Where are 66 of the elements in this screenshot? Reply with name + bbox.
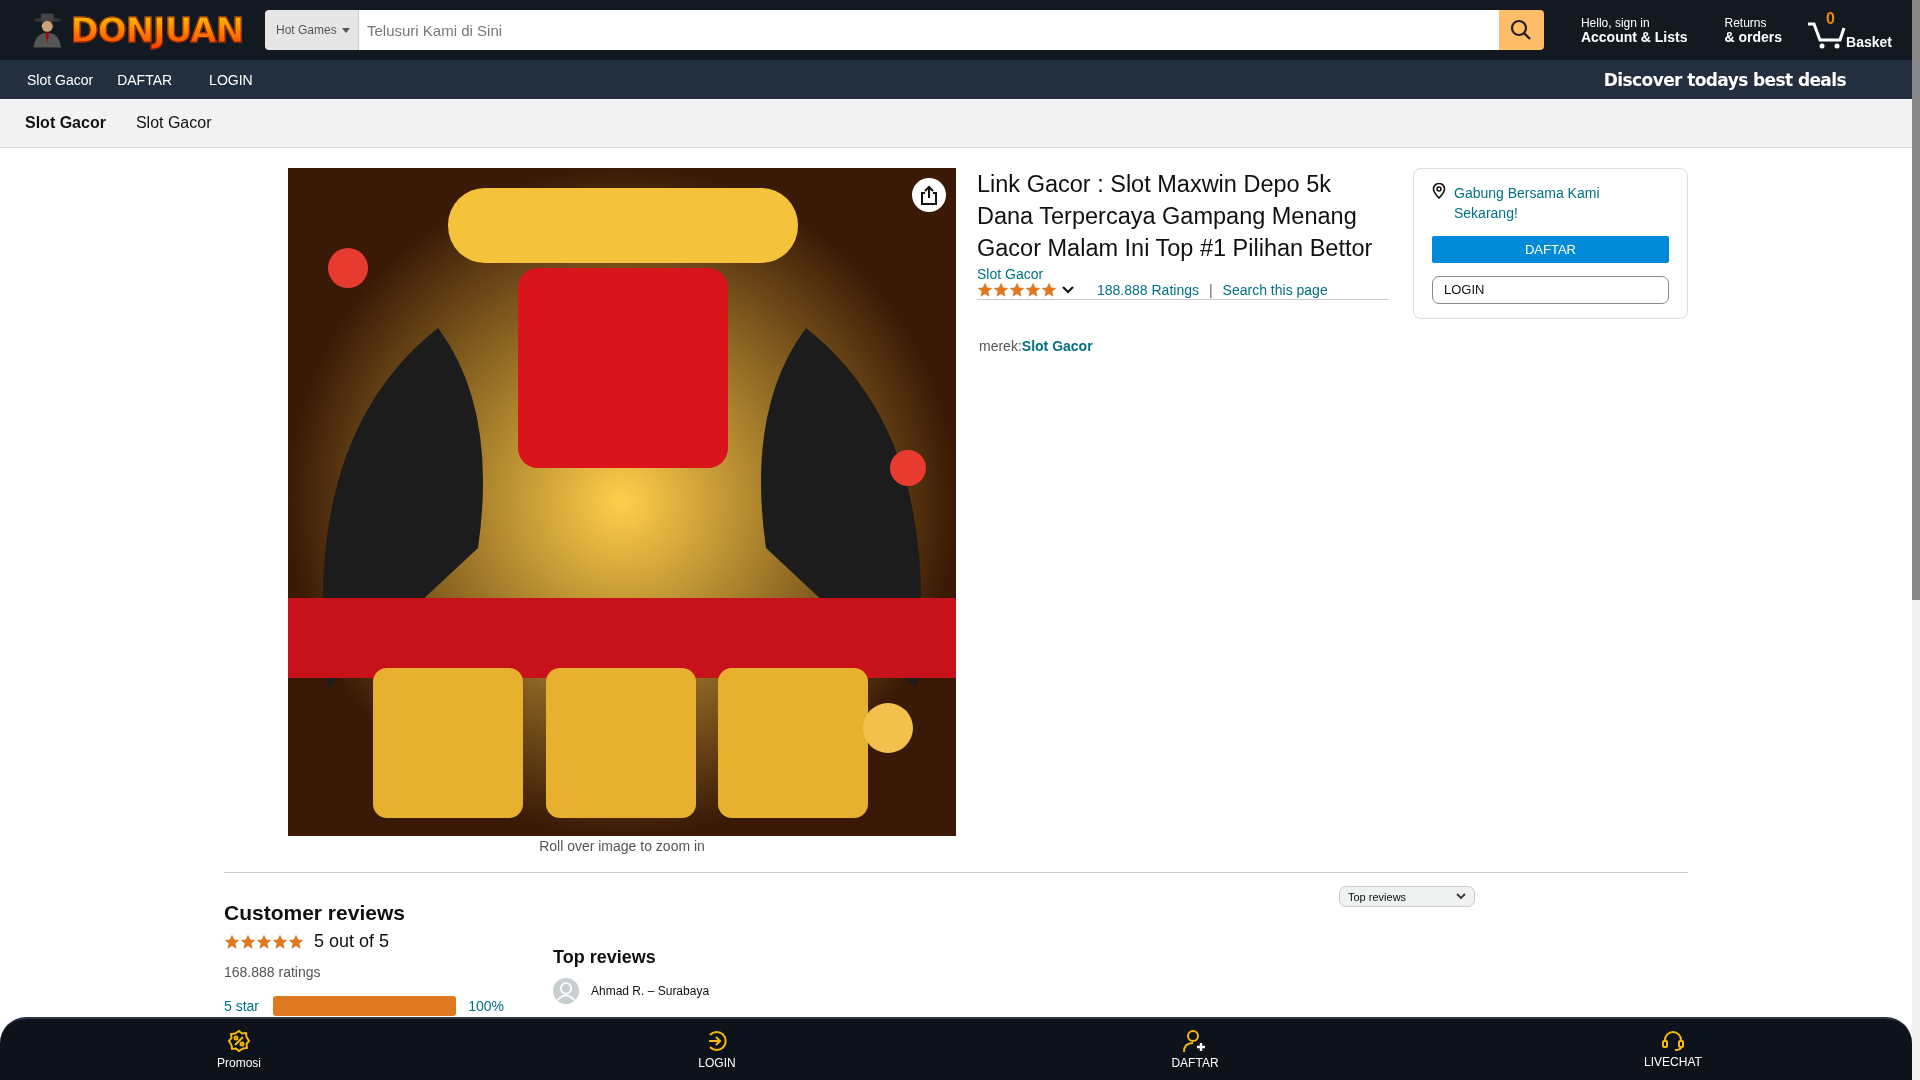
nav-link[interactable]: DAFTAR xyxy=(117,71,173,88)
search-button[interactable] xyxy=(1498,10,1544,50)
avatar-icon xyxy=(553,978,579,1004)
star-icon xyxy=(288,933,304,950)
nav-link[interactable]: LOGIN xyxy=(209,71,253,88)
bottom-nav-label: LOGIN xyxy=(698,1056,736,1070)
star-icon xyxy=(272,933,288,950)
account-label: Account & Lists xyxy=(1580,30,1688,44)
caret-icon xyxy=(341,27,350,33)
caret-icon[interactable] xyxy=(1061,285,1075,295)
account-menu[interactable]: Hello, sign in Account & Lists xyxy=(1580,16,1688,44)
greeting-text: Hello, sign in xyxy=(1580,16,1650,30)
subnav-tab[interactable]: Slot Gacor xyxy=(25,114,106,132)
category-dropdown[interactable]: Hot Games xyxy=(265,10,359,50)
bottom-nav-label: Promosi xyxy=(217,1056,261,1070)
star-icon xyxy=(256,933,272,950)
subnav-tab[interactable]: Slot Gacor xyxy=(135,114,212,132)
scrollbar-thumb[interactable] xyxy=(1912,0,1920,600)
bottom-nav-item[interactable]: DAFTAR xyxy=(1165,1019,1225,1080)
brand-label: merek: xyxy=(979,338,1022,354)
orders-link[interactable]: Returns & orders xyxy=(1724,16,1783,44)
star-icon xyxy=(224,933,240,950)
bottom-nav-item[interactable]: Promosi xyxy=(211,1019,267,1080)
star-filter-link[interactable]: 5 star xyxy=(224,998,259,1014)
discount-badge-icon xyxy=(227,1029,251,1053)
bottom-nav-item[interactable]: LIVECHAT xyxy=(1638,1019,1708,1080)
search-page-link[interactable]: Search this page xyxy=(1222,282,1328,298)
returns-text: Returns xyxy=(1724,16,1767,30)
join-link[interactable]: Gabung Bersama Kami Sekarang! xyxy=(1454,183,1644,223)
product-title: Link Gacor : Slot Maxwin Depo 5k Dana Terpercaya Gampang Menang Gacor Malam Ini Top #1 Pilihan Bettor xyxy=(977,170,1374,263)
register-button[interactable]: DAFTAR xyxy=(1432,236,1669,263)
percent-link[interactable]: 100% xyxy=(468,998,504,1014)
add-user-icon xyxy=(1182,1029,1208,1053)
ratings-link[interactable]: 188.888 Ratings xyxy=(1097,282,1199,298)
share-icon xyxy=(920,185,938,205)
search-field[interactable]: Telusuri Kami di Sini xyxy=(359,10,1499,50)
login-button[interactable]: LOGIN xyxy=(1432,275,1669,304)
basket-button[interactable]: 0 Basket xyxy=(1806,10,1892,50)
bottom-nav-label: DAFTAR xyxy=(1171,1056,1219,1070)
section-title: Customer reviews xyxy=(224,901,406,925)
bottom-nav-item[interactable]: LOGIN xyxy=(692,1019,742,1080)
review-author: Ahmad R. – Surabaya xyxy=(591,984,710,998)
star-icon xyxy=(1009,282,1025,298)
bottom-nav-label: LIVECHAT xyxy=(1644,1055,1702,1069)
basket-label: Basket xyxy=(1846,34,1892,50)
brand-link[interactable]: Slot Gacor xyxy=(1021,338,1093,354)
image-caption: Roll over image to zoom in xyxy=(539,838,705,854)
star-icon xyxy=(1025,282,1041,298)
store-link[interactable]: Slot Gacor xyxy=(977,266,1388,282)
basket-count: 0 xyxy=(1826,10,1835,28)
section-title: Top reviews xyxy=(553,947,657,968)
star-icon xyxy=(240,933,256,950)
orders-label: & orders xyxy=(1724,30,1783,44)
star-icon xyxy=(1041,282,1057,298)
separator-text: | xyxy=(1208,282,1213,298)
location-pin-icon xyxy=(1432,183,1446,199)
caret-icon xyxy=(1456,893,1466,900)
star-icon xyxy=(993,282,1009,298)
deals-banner[interactable]: Discover todays best deals xyxy=(1603,69,1846,90)
rating-summary: 5 out of 5 xyxy=(314,931,390,952)
nav-link[interactable]: Slot Gacor xyxy=(27,71,94,88)
headset-icon xyxy=(1661,1030,1685,1052)
search-icon xyxy=(1510,19,1533,41)
ratings-count: 168.888 ratings xyxy=(224,964,322,980)
sort-dropdown[interactable]: Top reviews xyxy=(1339,886,1475,907)
star-icon xyxy=(977,282,993,298)
